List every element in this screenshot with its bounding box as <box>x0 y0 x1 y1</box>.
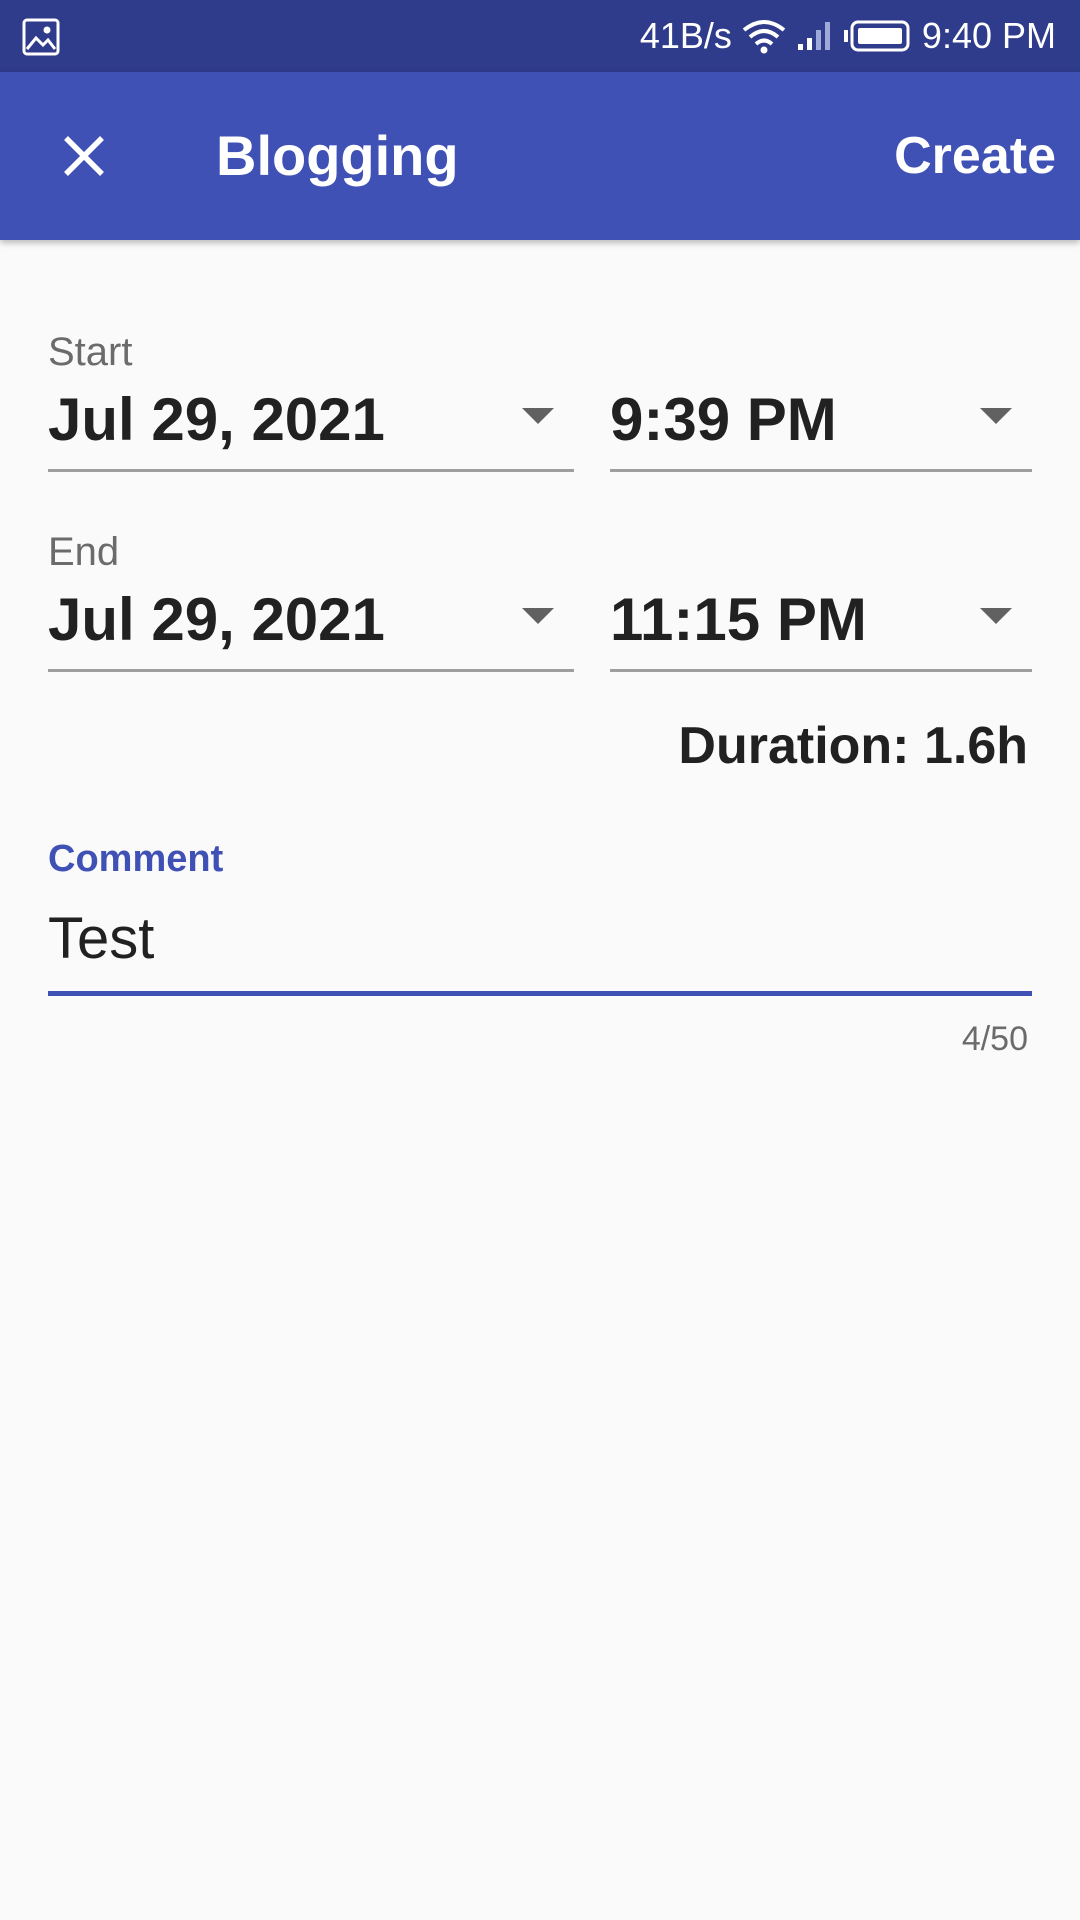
comment-field: Comment <box>48 836 1032 996</box>
page-title: Blogging <box>216 124 459 187</box>
start-date-picker[interactable]: Jul 29, 2021 <box>48 372 574 472</box>
app-bar: Blogging Create <box>0 72 1080 240</box>
end-date-value: Jul 29, 2021 <box>48 586 385 653</box>
battery-icon <box>843 20 912 52</box>
close-button[interactable] <box>40 112 128 200</box>
comment-label: Comment <box>48 838 224 880</box>
end-time-picker[interactable]: 11:15 PM <box>610 572 1032 672</box>
comment-input[interactable] <box>48 886 1032 996</box>
dropdown-caret-icon <box>980 608 1012 624</box>
wifi-icon <box>742 18 786 54</box>
start-time-value: 9:39 PM <box>610 386 837 453</box>
character-counter: 4/50 <box>961 1020 1028 1058</box>
network-speed: 41B/s <box>639 15 732 56</box>
end-date-picker[interactable]: Jul 29, 2021 <box>48 572 574 672</box>
end-date-field: End Jul 29, 2021 <box>48 528 574 678</box>
end-label: End <box>48 530 120 574</box>
status-time: 9:40 PM <box>921 15 1056 56</box>
image-icon <box>22 18 60 56</box>
create-button[interactable]: Create <box>894 116 1056 196</box>
dropdown-caret-icon <box>980 408 1012 424</box>
start-date-field: Start Jul 29, 2021 <box>48 328 574 478</box>
start-time-picker[interactable]: 9:39 PM <box>610 372 1032 472</box>
status-indicators: 41B/s 9:40 PM <box>640 0 1056 72</box>
status-bar: 41B/s 9:40 PM <box>0 0 1080 72</box>
signal-icon <box>796 20 834 52</box>
dropdown-caret-icon <box>522 608 554 624</box>
close-icon <box>64 136 104 176</box>
end-time-value: 11:15 PM <box>610 586 867 653</box>
start-date-value: Jul 29, 2021 <box>48 386 385 453</box>
start-label: Start <box>48 330 133 374</box>
end-time-field: 11:15 PM <box>610 528 1032 678</box>
start-time-field: 9:39 PM <box>610 328 1032 478</box>
duration-text: Duration: 1.6h <box>678 717 1028 775</box>
dropdown-caret-icon <box>522 408 554 424</box>
